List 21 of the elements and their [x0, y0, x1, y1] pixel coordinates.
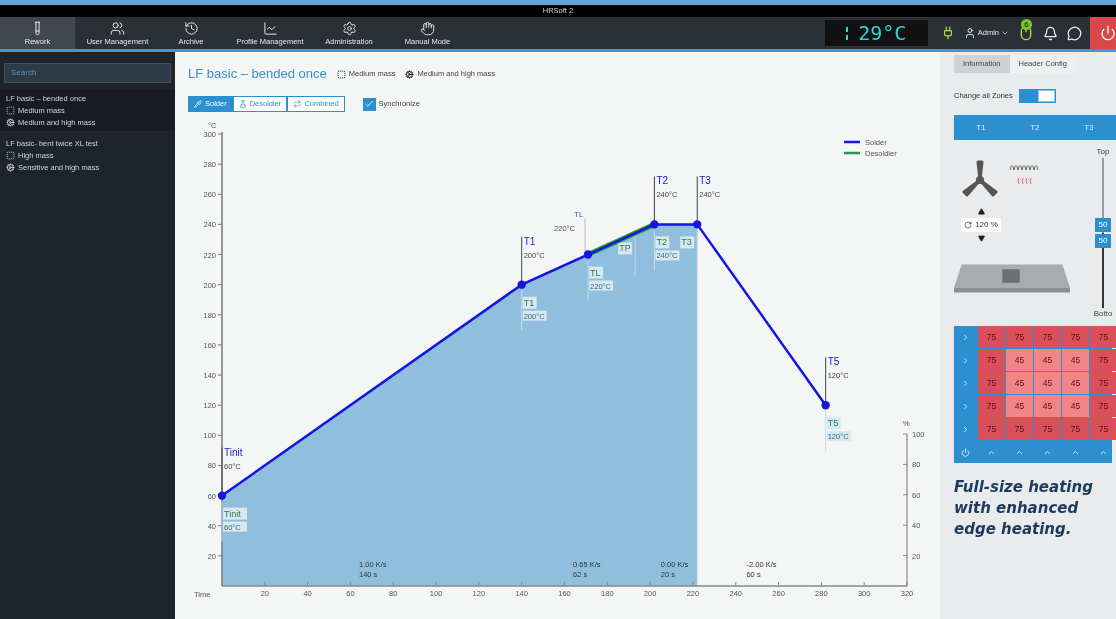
point-label: T3: [699, 175, 711, 187]
point-label: T2: [656, 175, 669, 187]
slider-value: 50: [1095, 218, 1111, 232]
ghost-point-label: T3: [681, 237, 692, 248]
ghost-point-label: T5: [827, 418, 839, 429]
point-label: T1: [523, 235, 536, 247]
slider-value: 50: [1095, 234, 1111, 248]
temperature-display: 29°C: [824, 20, 928, 46]
slider-top-label: Top: [1096, 148, 1110, 156]
point-label: T5: [827, 356, 840, 368]
point-label: Tinit: [224, 446, 243, 458]
ghost-point-label: T1: [523, 297, 535, 308]
notification-badge: 6: [1021, 19, 1032, 30]
profile-title: LF basic – bended once: [188, 65, 327, 84]
point-label: TL: [574, 209, 584, 219]
ghost-point-label: TP: [619, 243, 631, 254]
slider-bottom-label: Botto: [1093, 310, 1113, 318]
ghost-point-label: Tinit: [224, 508, 241, 519]
ghost-point-label: T2: [656, 237, 667, 248]
caption: Full-size heating with enhanced edge heating.: [954, 477, 1094, 540]
ghost-point-label: TL: [590, 267, 601, 278]
